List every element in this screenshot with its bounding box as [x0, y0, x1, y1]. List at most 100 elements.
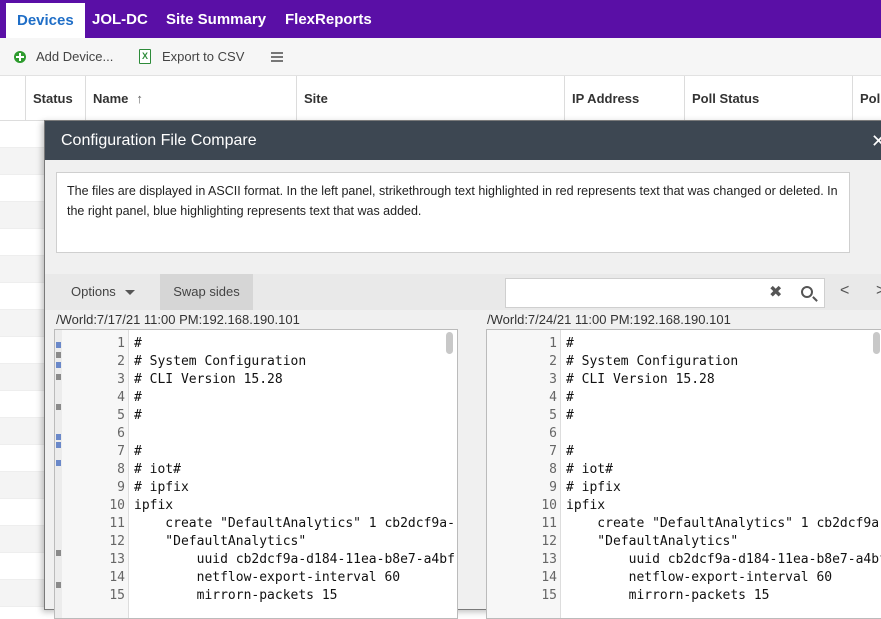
line-number: 10 — [109, 498, 125, 513]
add-icon[interactable] — [14, 51, 26, 63]
left-code-pane[interactable]: 1 #2 # System Configuration 3 # CLI Version … — [54, 329, 458, 619]
table-row[interactable] — [0, 283, 45, 310]
code-line: 10 ipfix — [55, 497, 457, 515]
column-poll-status[interactable]: Poll Status — [684, 76, 852, 121]
table-row[interactable] — [0, 391, 45, 418]
tab-site-summary[interactable]: Site Summary — [166, 0, 266, 38]
code-line: 8 # iot# — [55, 461, 457, 479]
code-line: 11 create "DefaultAnalytics" 1 cb2dcf9a- — [55, 515, 457, 533]
device-toolbar: Add Device... X Export to CSV — [0, 38, 881, 76]
device-grid-header: Status Name ↑ Site IP Address Poll Status… — [0, 76, 881, 121]
previous-diff-icon[interactable]: < — [840, 282, 849, 300]
code-text: # — [566, 336, 574, 351]
code-line: 8 # iot# — [487, 461, 881, 479]
excel-icon[interactable]: X — [139, 49, 151, 64]
line-number: 11 — [541, 516, 557, 531]
swap-sides-button[interactable]: Swap sides — [160, 274, 253, 310]
close-icon[interactable]: ✕ — [871, 131, 881, 152]
code-text: # — [566, 390, 574, 405]
line-number: 14 — [109, 570, 125, 585]
menu-icon[interactable] — [271, 52, 283, 62]
table-row[interactable] — [0, 526, 45, 553]
table-row[interactable] — [0, 256, 45, 283]
code-line: 13 uuid cb2dcf9a-d184-11ea-b8e7-a4bf — [55, 551, 457, 569]
table-row[interactable] — [0, 553, 45, 580]
code-line: 12 "DefaultAnalytics" — [487, 533, 881, 551]
code-text: netflow-export-interval 60 — [566, 570, 833, 585]
table-row[interactable] — [0, 202, 45, 229]
dialog-header[interactable]: Configuration File Compare ✕ — [45, 121, 881, 160]
code-text: # — [134, 390, 142, 405]
code-line: 5 # — [487, 407, 881, 425]
line-number: 2 — [117, 354, 125, 369]
right-code-pane[interactable]: 1 #2 # System Configuration 3 # CLI Version … — [486, 329, 881, 619]
search-icon[interactable] — [801, 286, 813, 298]
tab-flexreports[interactable]: FlexReports — [285, 0, 372, 38]
options-dropdown[interactable]: Options — [71, 274, 135, 310]
right-scrollbar[interactable] — [873, 332, 880, 354]
code-text: # System Configuration — [566, 354, 739, 369]
line-number: 4 — [549, 390, 557, 405]
export-csv-button[interactable]: Export to CSV — [162, 38, 244, 76]
code-line: 13 uuid cb2dcf9a-d184-11ea-b8e7-a4bf — [487, 551, 881, 569]
code-text: create "DefaultAnalytics" 1 cb2dcf9a- — [566, 516, 881, 531]
sort-ascending-icon[interactable]: ↑ — [136, 76, 143, 121]
code-line: 5 # — [55, 407, 457, 425]
line-number: 10 — [541, 498, 557, 513]
line-number: 13 — [541, 552, 557, 567]
column-status[interactable]: Status — [25, 76, 85, 121]
grid-rows-background — [0, 121, 45, 607]
line-number: 9 — [549, 480, 557, 495]
left-scrollbar[interactable] — [446, 332, 453, 354]
tab-devices[interactable]: Devices — [6, 0, 85, 38]
code-line: 1 # — [55, 335, 457, 353]
line-number: 12 — [541, 534, 557, 549]
table-row[interactable] — [0, 418, 45, 445]
clear-search-icon[interactable]: ✖ — [769, 282, 782, 302]
code-text: # — [566, 408, 574, 423]
column-site[interactable]: Site — [296, 76, 564, 121]
table-row[interactable] — [0, 310, 45, 337]
code-line: 6 — [55, 425, 457, 443]
tab-jol-dc[interactable]: JOL-DC — [92, 0, 148, 38]
code-text: "DefaultAnalytics" — [566, 534, 739, 549]
code-line: 12 "DefaultAnalytics" — [55, 533, 457, 551]
add-device-button[interactable]: Add Device... — [36, 38, 113, 76]
table-row[interactable] — [0, 445, 45, 472]
code-text: ipfix — [134, 498, 174, 513]
table-row[interactable] — [0, 472, 45, 499]
code-text: "DefaultAnalytics" — [134, 534, 307, 549]
code-line: 7 # — [487, 443, 881, 461]
code-text: mirrorn-packets 15 — [134, 588, 338, 603]
code-line: 15 mirrorn-packets 15 — [55, 587, 457, 605]
table-row[interactable] — [0, 175, 45, 202]
code-line: 14 netflow-export-interval 60 — [55, 569, 457, 587]
code-text: # ipfix — [566, 480, 621, 495]
column-poll[interactable]: Pol — [852, 76, 881, 121]
dialog-title: Configuration File Compare — [61, 132, 257, 149]
line-number: 4 — [117, 390, 125, 405]
code-text: ipfix — [566, 498, 606, 513]
line-number: 8 — [117, 462, 125, 477]
code-text: # — [134, 408, 142, 423]
next-diff-icon[interactable]: > — [876, 282, 881, 300]
table-row[interactable] — [0, 229, 45, 256]
column-name[interactable]: Name ↑ — [85, 76, 296, 121]
code-text: # iot# — [134, 462, 181, 477]
table-row[interactable] — [0, 121, 45, 148]
table-row[interactable] — [0, 364, 45, 391]
code-line: 3 # CLI Version 15.28 — [487, 371, 881, 389]
table-row[interactable] — [0, 499, 45, 526]
right-code-lines: 1 #2 # System Configuration 3 # CLI Version … — [487, 335, 881, 605]
code-text: # iot# — [566, 462, 613, 477]
caret-down-icon — [124, 290, 135, 296]
code-text: uuid cb2dcf9a-d184-11ea-b8e7-a4bf — [134, 552, 455, 567]
code-text: # CLI Version 15.28 — [566, 372, 715, 387]
column-ip-address[interactable]: IP Address — [564, 76, 684, 121]
line-number: 15 — [109, 588, 125, 603]
code-line: 9 # ipfix — [487, 479, 881, 497]
table-row[interactable] — [0, 337, 45, 364]
table-row[interactable] — [0, 148, 45, 175]
code-line: 3 # CLI Version 15.28 — [55, 371, 457, 389]
code-text: # System Configuration — [134, 354, 307, 369]
